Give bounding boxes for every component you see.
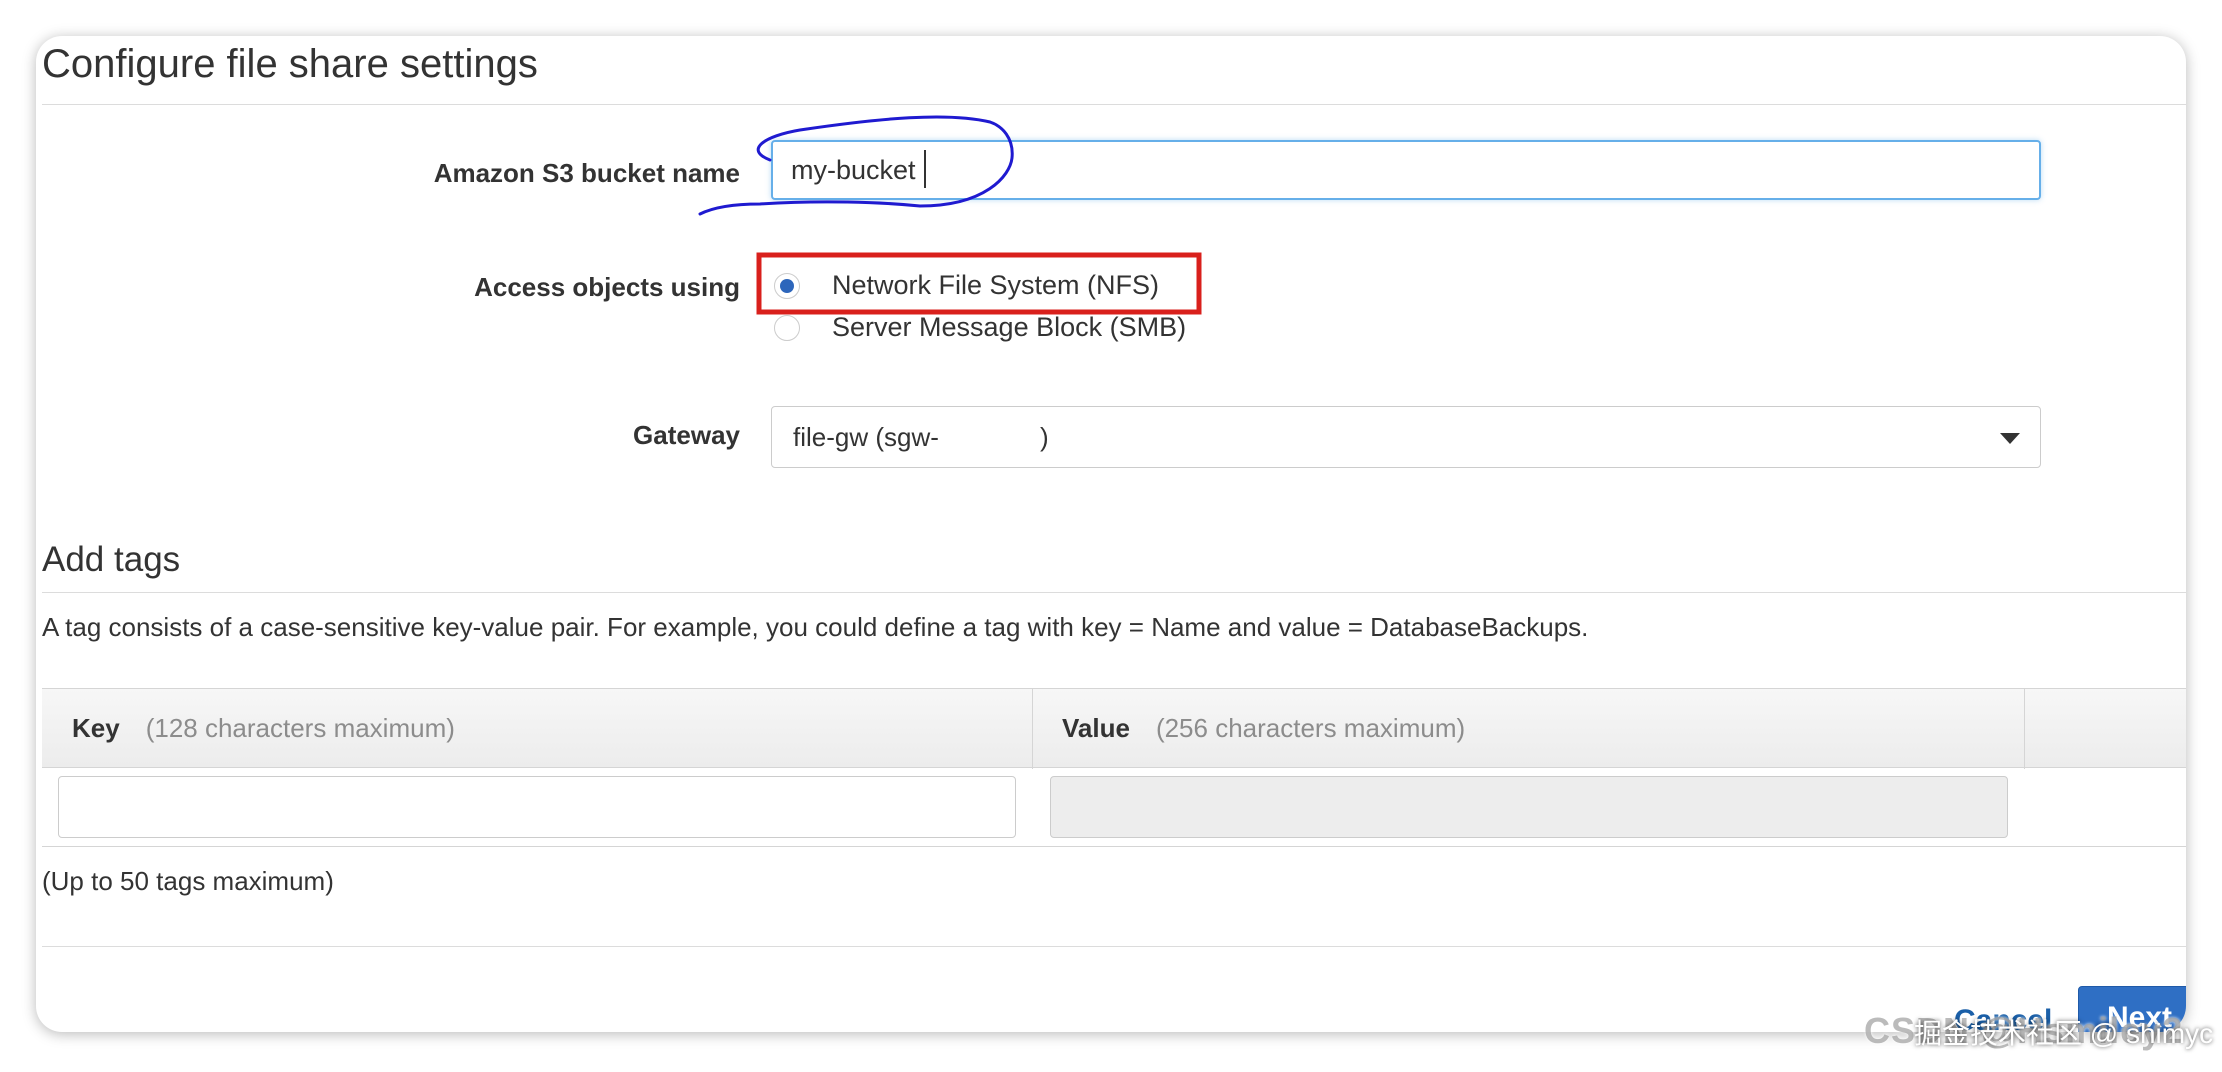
smb-radio-button[interactable] — [774, 314, 800, 341]
bucket-name-label: Amazon S3 bucket name — [433, 158, 740, 188]
footer-divider — [42, 946, 2186, 947]
smb-radio-label[interactable]: Server Message Block (SMB) — [832, 312, 1186, 343]
page-title: Configure file share settings — [42, 42, 538, 86]
tags-table-header: Key (128 characters maximum) Value (256 ch… — [42, 688, 2186, 769]
column-divider — [2024, 689, 2025, 769]
title-divider — [42, 104, 2186, 105]
add-tags-heading: Add tags — [42, 540, 181, 579]
gateway-label: Gateway — [633, 420, 740, 450]
tags-divider — [42, 592, 2186, 593]
key-column-header: Key (128 characters maximum) — [72, 713, 455, 743]
nfs-radio-label[interactable]: Network File System (NFS) — [832, 270, 1159, 301]
text-caret — [924, 150, 926, 188]
tags-table: Key (128 characters maximum) Value (256 ch… — [42, 688, 2186, 848]
access-objects-label: Access objects using — [474, 272, 740, 302]
gateway-selected-value: file-gw (sgw- ) — [793, 422, 1049, 452]
caret-down-icon — [2000, 433, 2020, 444]
tags-description: A tag consists of a case-sensitive key-v… — [42, 612, 1589, 642]
value-column-header: Value (256 characters maximum) — [1062, 713, 1466, 743]
watermark-text-cn: 掘金技术社区 @ shimyc — [1914, 1018, 2214, 1049]
bucket-name-input[interactable] — [771, 140, 2041, 200]
radio-selected-dot — [780, 278, 794, 293]
tag-key-input[interactable] — [58, 776, 1016, 838]
tag-value-input[interactable] — [1050, 776, 2008, 838]
row-divider — [42, 846, 2186, 847]
wizard-panel: Configure file share settings Amazon S3 … — [36, 36, 2186, 1032]
radio-option-smb[interactable]: Server Message Block (SMB) — [774, 312, 1186, 343]
tag-limit-note: (Up to 50 tags maximum) — [42, 866, 334, 896]
nfs-radio-button[interactable] — [774, 272, 800, 299]
column-divider — [1032, 689, 1033, 769]
radio-option-nfs[interactable]: Network File System (NFS) — [774, 270, 1159, 301]
gateway-select[interactable]: file-gw (sgw- ) — [771, 406, 2041, 468]
